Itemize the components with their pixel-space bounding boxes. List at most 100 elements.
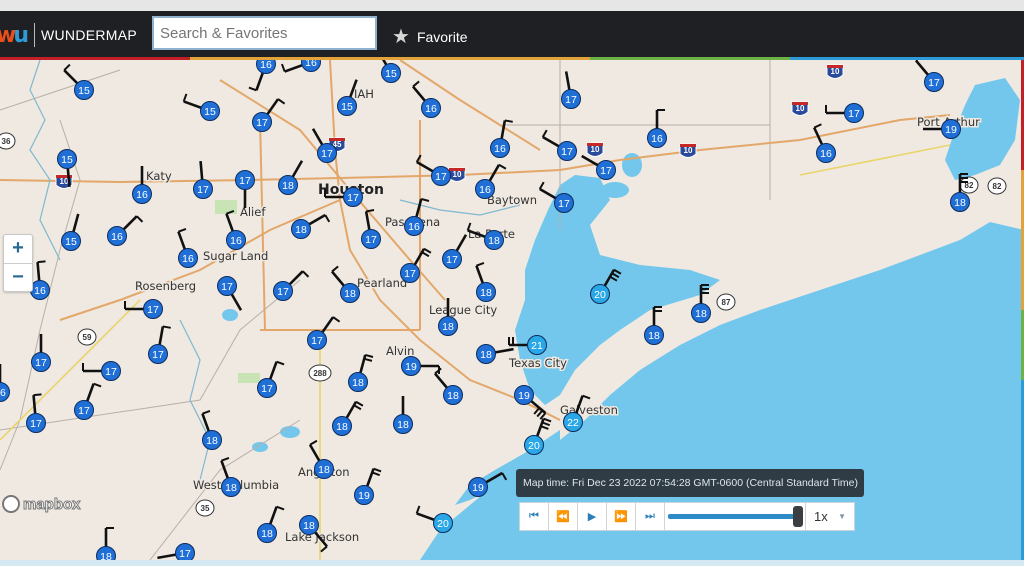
last-frame-button[interactable]: ⏭ [636, 503, 665, 530]
wind-barb-flag [37, 260, 46, 264]
zoom-in-button[interactable]: + [4, 235, 32, 263]
step-back-button[interactable]: ⏪ [549, 503, 578, 530]
station-temp: 17 [277, 286, 289, 298]
station-temp: 18 [352, 377, 364, 389]
place-label: IAH [354, 87, 374, 101]
first-frame-button[interactable]: ⏮ [520, 503, 549, 530]
route-shield-10: 10 [826, 64, 844, 79]
favorite-button[interactable]: ★ Favorite [392, 24, 468, 49]
station-temp: 17 [565, 94, 577, 106]
play-icon: ▶ [587, 511, 597, 523]
station-temp: 18 [648, 330, 660, 342]
station-temp: 18 [442, 321, 454, 333]
place-label: Baytown [487, 193, 537, 207]
station-temp: 19 [518, 390, 530, 402]
station-temp: 20 [528, 440, 540, 452]
place-label: League City [429, 303, 497, 317]
svg-text:35: 35 [201, 504, 210, 513]
map-layer: 36104510101010105928835878282 HoustonIAH… [0, 60, 1024, 560]
route-shield-87: 87 [716, 293, 736, 311]
station-temp: 17 [147, 304, 159, 316]
animation-player: ⏮ ⏪ ▶ ⏩ ⏭ 1x ▼ [519, 502, 855, 531]
station-temp: 17 [347, 192, 359, 204]
station-temp: 18 [206, 435, 218, 447]
station-temp: 18 [225, 482, 237, 494]
zoom-control: + − [3, 234, 33, 292]
station-temp: 19 [472, 482, 484, 494]
speed-select[interactable]: 1x ▼ [806, 503, 854, 530]
place-label: Katy [146, 169, 172, 183]
lake [222, 309, 238, 321]
mapbox-text: mapbox [23, 495, 82, 513]
station-temp: 17 [404, 268, 416, 280]
svg-text:10: 10 [684, 146, 693, 155]
station-temp: 15 [385, 68, 397, 80]
lake [622, 153, 642, 177]
station-temp: 17 [446, 254, 458, 266]
timeline-slider[interactable] [665, 503, 806, 530]
svg-text:59: 59 [83, 333, 92, 342]
station-temp: 18 [480, 287, 492, 299]
route-shield-10: 10 [448, 167, 466, 182]
route-shield-35: 35 [195, 499, 215, 517]
station-temp: 16 [305, 60, 317, 69]
station-temp: 16 [425, 103, 437, 115]
station-temp: 18 [282, 180, 294, 192]
station-temp: 16 [820, 148, 832, 160]
mapbox-attribution[interactable]: mapbox [2, 495, 81, 513]
station-temp: 17 [197, 184, 209, 196]
wind-barb-flag [365, 209, 375, 213]
station-temp: 18 [695, 308, 707, 320]
station-temp: 18 [488, 235, 500, 247]
station-temp: 16 [230, 235, 242, 247]
park [238, 373, 260, 383]
station-temp: 22 [567, 417, 579, 429]
browser-bottom-strip [0, 560, 1024, 566]
station-temp: 18 [447, 390, 459, 402]
step-forward-button[interactable]: ⏩ [607, 503, 636, 530]
station-temp: 15 [61, 154, 73, 166]
station-temp: 18 [336, 421, 348, 433]
station-temp: 17 [321, 148, 333, 160]
svg-text:10: 10 [591, 145, 600, 154]
svg-text:82: 82 [993, 182, 1002, 191]
station-temp: 16 [651, 133, 663, 145]
station-temp: 17 [179, 548, 191, 560]
svg-text:10: 10 [831, 67, 840, 76]
route-shield-10: 10 [586, 142, 604, 157]
skip-to-start-icon: ⏮ [529, 510, 539, 522]
browser-top-strip [0, 0, 1024, 11]
wind-barb-flag [33, 393, 42, 397]
svg-text:10: 10 [796, 104, 805, 113]
station-temp: 17 [848, 108, 860, 120]
route-shield-10: 10 [679, 143, 697, 158]
wundermap-logo[interactable]: wu WUNDERMAP [0, 22, 137, 48]
wu-logo-icon: wu [0, 22, 29, 48]
station-temp: 17 [105, 366, 117, 378]
favorite-label: Favorite [416, 28, 468, 45]
svg-text:10: 10 [453, 170, 462, 179]
lake [280, 426, 300, 438]
station-temp: 17 [30, 418, 42, 430]
route-shield-82: 82 [959, 176, 979, 194]
station-temp: 18 [397, 419, 409, 431]
place-label: Texas City [508, 356, 567, 370]
timeline-handle[interactable] [793, 506, 803, 527]
station-temp: 17 [435, 171, 447, 183]
search-input[interactable] [152, 16, 377, 50]
map-canvas[interactable]: 36104510101010105928835878282 HoustonIAH… [0, 60, 1024, 560]
logo-divider [34, 23, 35, 47]
station-temp: 17 [928, 77, 940, 89]
station-temp: 18 [954, 197, 966, 209]
zoom-out-button[interactable]: − [4, 263, 32, 292]
station-temp: 16 [479, 184, 491, 196]
svg-text:36: 36 [2, 137, 11, 146]
svg-text:87: 87 [722, 298, 731, 307]
rewind-icon: ⏪ [556, 511, 570, 523]
station-temp: 16 [408, 221, 420, 233]
play-button[interactable]: ▶ [578, 503, 607, 530]
station-temp: 17 [256, 117, 268, 129]
station-temp: 18 [100, 551, 112, 560]
station-temp: 17 [561, 146, 573, 158]
star-icon: ★ [392, 26, 410, 48]
